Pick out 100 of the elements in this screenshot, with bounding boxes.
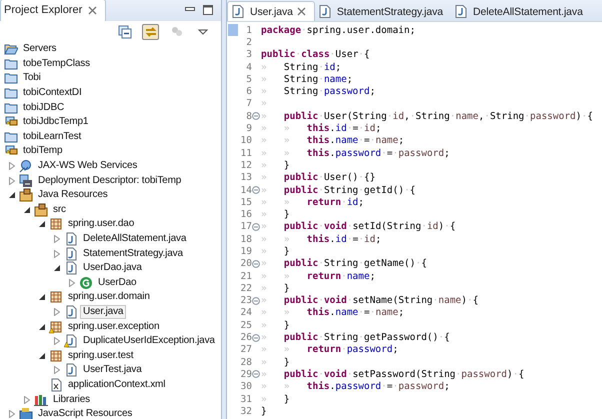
keyword: this bbox=[306, 123, 330, 134]
expanded-arrow-icon[interactable] bbox=[8, 192, 14, 198]
code-text: = bbox=[364, 135, 370, 146]
line-number: 16 bbox=[240, 209, 252, 220]
whitespace-mark: » bbox=[261, 320, 268, 331]
whitespace-mark: · bbox=[381, 381, 387, 392]
collapsed-arrow-icon[interactable] bbox=[54, 235, 60, 244]
package-icon bbox=[49, 217, 63, 232]
whitespace-mark: · bbox=[358, 234, 364, 245]
code-text: String bbox=[324, 258, 358, 270]
code-text: ; bbox=[370, 270, 376, 282]
collapsed-arrow-icon[interactable] bbox=[24, 396, 30, 404]
tree-item[interactable]: User.java bbox=[80, 304, 126, 319]
editor-tab[interactable]: StatementStrategy.java bbox=[314, 2, 452, 21]
close-icon[interactable] bbox=[88, 6, 98, 14]
tree-item[interactable]: spring.user.dao bbox=[65, 217, 138, 232]
tree-item[interactable]: applicationContext.xml bbox=[65, 378, 168, 392]
expanded-arrow-icon[interactable] bbox=[38, 352, 44, 359]
source-folder-icon bbox=[34, 202, 48, 217]
field-name: name bbox=[346, 270, 370, 282]
whitespace-mark: » bbox=[261, 209, 268, 220]
keyword: this bbox=[306, 135, 330, 146]
tree-item[interactable]: tobiTemp bbox=[20, 144, 66, 158]
folder-icon bbox=[4, 100, 18, 115]
folder-icon bbox=[4, 71, 18, 86]
package-warning-icon bbox=[49, 320, 63, 334]
fold-icon[interactable] bbox=[252, 296, 260, 305]
code-text: ; bbox=[444, 381, 450, 392]
maximize-icon[interactable] bbox=[203, 5, 213, 15]
tree-item[interactable]: Deployment Descriptor: tobiTemp bbox=[35, 174, 184, 188]
line-number: 21 bbox=[240, 270, 252, 282]
collapsed-arrow-icon[interactable] bbox=[8, 410, 14, 418]
collapsed-arrow-icon[interactable] bbox=[54, 250, 60, 258]
tree-item[interactable]: tobiContextDI bbox=[20, 86, 85, 100]
tree-item[interactable]: spring.user.domain bbox=[65, 290, 153, 304]
whitespace-mark: » » bbox=[261, 123, 291, 134]
minimize-icon[interactable] bbox=[185, 7, 195, 13]
whitespace-mark: · bbox=[444, 221, 450, 232]
fold-icon[interactable] bbox=[252, 334, 260, 342]
whitespace-mark: · bbox=[341, 270, 347, 282]
expanded-arrow-icon[interactable] bbox=[38, 324, 44, 330]
tree-item[interactable]: JavaScript Resources bbox=[35, 407, 136, 419]
tree-item[interactable]: UserDao bbox=[95, 276, 140, 290]
collapsed-arrow-icon[interactable] bbox=[54, 366, 60, 374]
expanded-arrow-icon[interactable] bbox=[38, 294, 44, 300]
tree-item[interactable]: StatementStrategy.java bbox=[80, 246, 186, 261]
expanded-arrow-icon[interactable] bbox=[24, 206, 30, 213]
xml-file-icon bbox=[49, 378, 63, 392]
fold-icon[interactable] bbox=[252, 186, 260, 194]
whitespace-mark: · bbox=[301, 24, 307, 36]
code-text: ; bbox=[346, 74, 353, 85]
fold-icon[interactable] bbox=[252, 260, 260, 268]
fold-icon[interactable] bbox=[252, 112, 260, 120]
line-number: 23 bbox=[240, 295, 252, 306]
tree-item[interactable]: DeleteAllStatement.java bbox=[80, 232, 190, 246]
package-icon bbox=[49, 290, 63, 304]
fold-icon[interactable] bbox=[252, 222, 260, 231]
code-text: { bbox=[444, 332, 450, 344]
whitespace-mark: · bbox=[524, 110, 530, 122]
fold-icon[interactable] bbox=[252, 370, 260, 378]
line-number: 13 bbox=[240, 172, 252, 184]
tree-item[interactable]: tobiJDBC bbox=[20, 100, 68, 115]
keyword: public bbox=[284, 258, 318, 270]
tree-item[interactable]: JAX-WS Web Services bbox=[35, 159, 140, 174]
collapsed-arrow-icon[interactable] bbox=[54, 308, 60, 316]
tree-item[interactable]: tobiJdbcTemp1 bbox=[20, 115, 92, 130]
whitespace-mark: · bbox=[318, 184, 324, 196]
tree-item[interactable]: tobeTempClass bbox=[20, 56, 93, 71]
tree-item[interactable]: src bbox=[50, 202, 69, 217]
tree-item[interactable]: spring.user.test bbox=[65, 348, 136, 363]
close-icon[interactable] bbox=[296, 7, 306, 16]
collapsed-arrow-icon[interactable] bbox=[8, 176, 14, 185]
tree-item[interactable]: Java Resources bbox=[35, 188, 111, 202]
tree-item[interactable]: UserDao.java bbox=[80, 261, 145, 276]
collapse-all-icon[interactable] bbox=[116, 24, 133, 40]
expanded-arrow-icon[interactable] bbox=[54, 265, 60, 272]
collapsed-arrow-icon[interactable] bbox=[54, 337, 60, 346]
tree-item[interactable]: Libraries bbox=[50, 392, 93, 407]
code-text: { bbox=[450, 221, 456, 232]
code-text: = bbox=[352, 123, 358, 134]
tree-item[interactable]: tobiLearnTest bbox=[20, 130, 84, 144]
folder-icon bbox=[4, 56, 18, 71]
link-editor-icon[interactable] bbox=[142, 24, 159, 40]
tree-item[interactable]: DuplicateUserIdException.java bbox=[80, 334, 218, 348]
code-text: ; bbox=[398, 135, 404, 146]
collapsed-arrow-icon[interactable] bbox=[68, 278, 74, 287]
editor-tab[interactable]: User.java bbox=[227, 1, 315, 21]
tree-item[interactable]: spring.user.exception bbox=[65, 320, 162, 334]
tree-item[interactable]: Servers bbox=[20, 42, 60, 56]
editor-tab[interactable]: DeleteAllStatement.java bbox=[451, 2, 591, 21]
java-file-warning-icon bbox=[64, 334, 78, 348]
collapsed-arrow-icon[interactable] bbox=[8, 162, 14, 170]
code-text: } bbox=[284, 356, 290, 368]
expanded-arrow-icon[interactable] bbox=[38, 221, 44, 228]
field-name: id bbox=[324, 62, 336, 73]
tree-item[interactable]: Tobi bbox=[20, 71, 44, 86]
code-text: } bbox=[284, 246, 290, 257]
code-text: } bbox=[261, 406, 267, 417]
tree-item[interactable]: UserTest.java bbox=[80, 363, 145, 378]
view-tab[interactable]: Project Explorer bbox=[0, 0, 106, 21]
